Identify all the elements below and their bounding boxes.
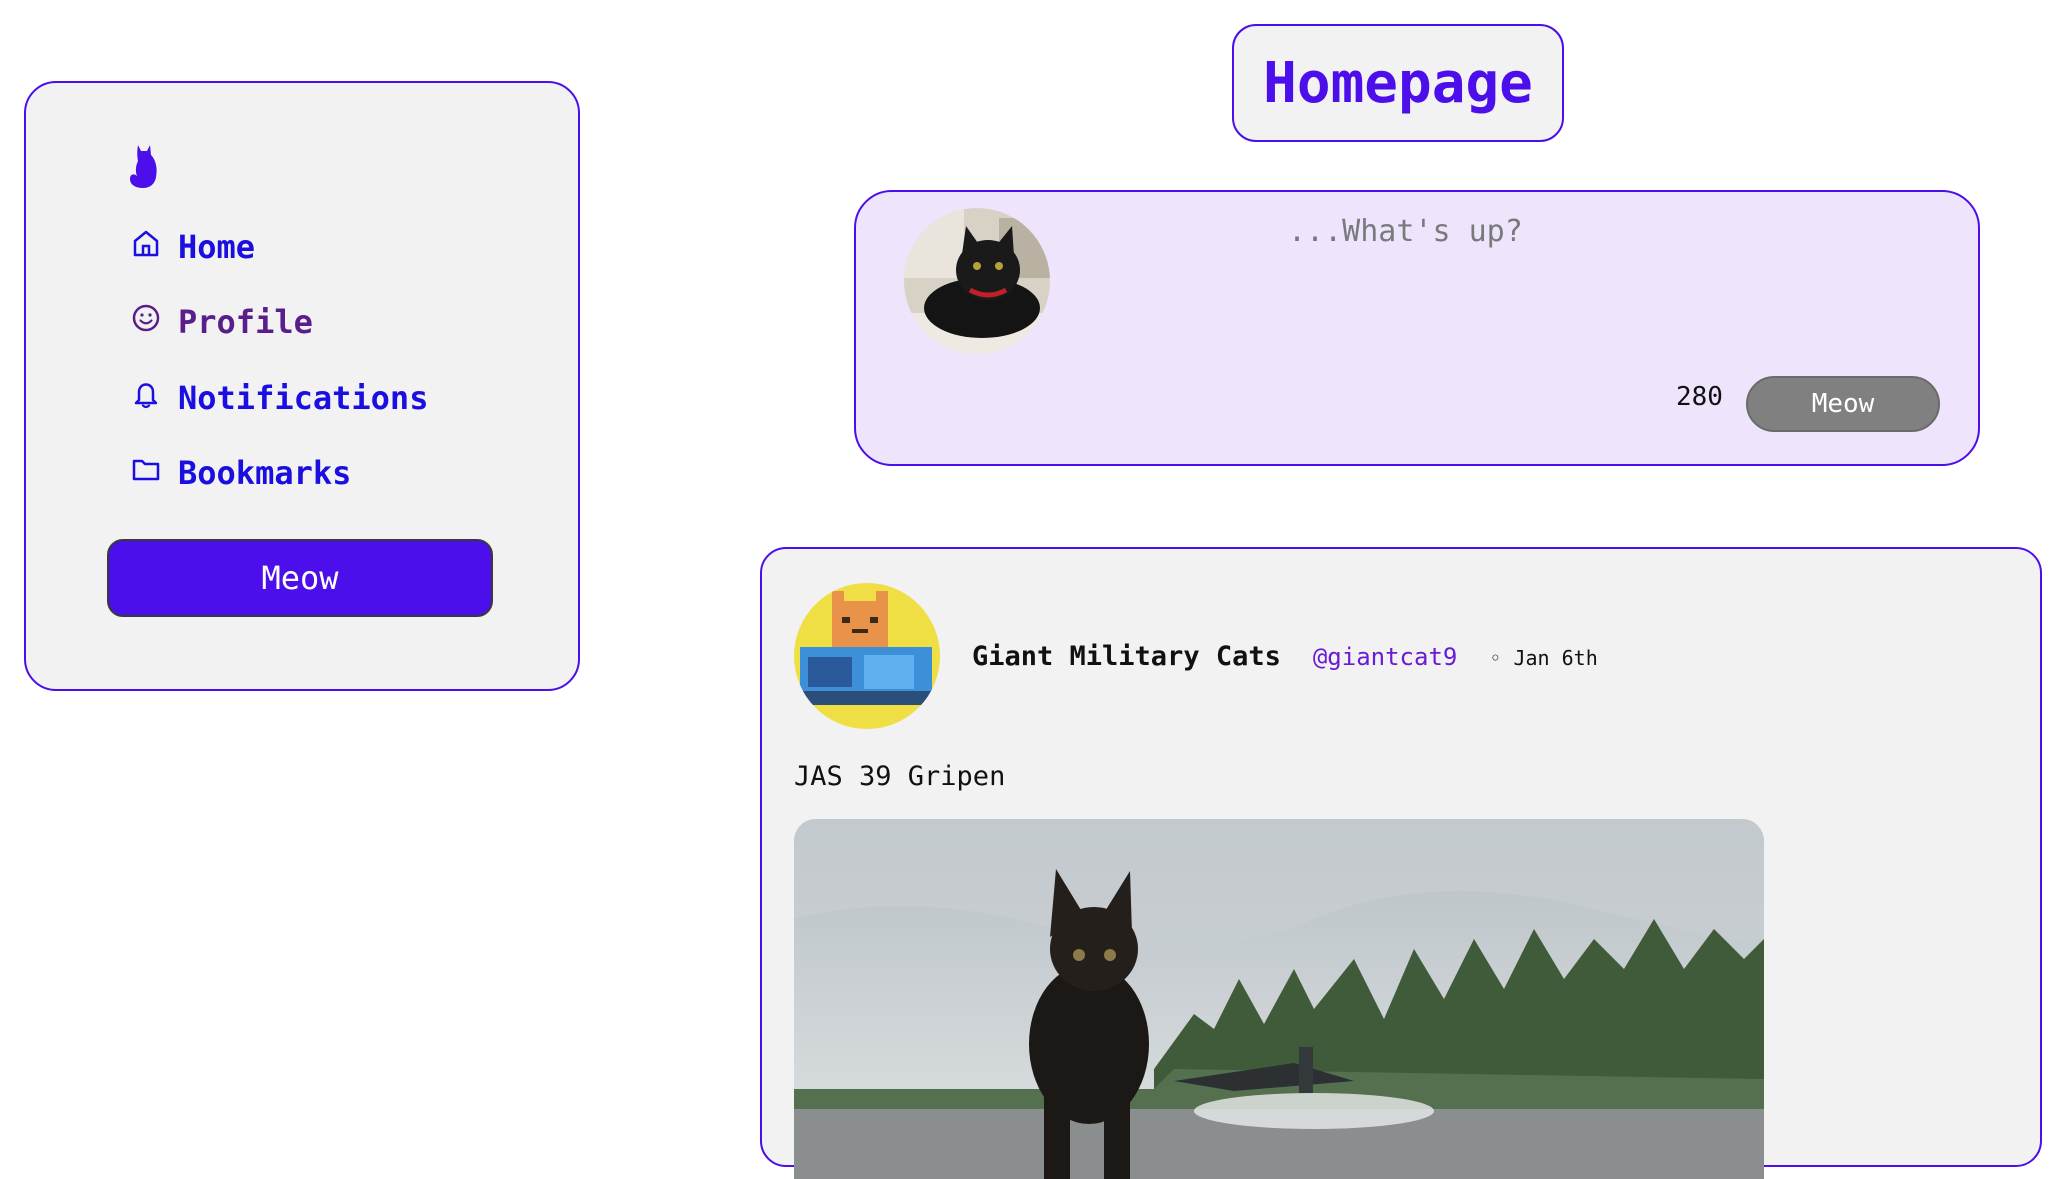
page-title-box: Homepage (1232, 24, 1564, 142)
cat-icon[interactable] (128, 143, 160, 189)
sidebar-item-home[interactable]: Home (130, 228, 255, 266)
sidebar-item-profile[interactable]: Profile (130, 303, 313, 341)
sidebar-item-label: Profile (178, 303, 313, 341)
sidebar-item-bookmarks[interactable]: Bookmarks (130, 454, 351, 492)
folder-icon (132, 459, 160, 481)
sidebar-item-label: Bookmarks (178, 454, 352, 492)
compose-meow-button[interactable]: Meow (1746, 376, 1940, 432)
post-header: Giant Military Cats @giantcat9 ◦ Jan 6th (972, 641, 1598, 672)
sidebar-item-notifications[interactable]: Notifications (130, 379, 428, 417)
author-name[interactable]: Giant Military Cats (972, 641, 1281, 672)
sidebar: Home Profile Notifications Bookmarks Meo… (24, 81, 580, 691)
composer: 280 Meow (854, 190, 1980, 466)
house-icon (133, 230, 159, 257)
avatar[interactable] (794, 583, 940, 729)
post-date: ◦ Jan 6th (1489, 646, 1598, 670)
meow-button[interactable]: Meow (107, 539, 493, 617)
sidebar-item-label: Notifications (178, 379, 429, 417)
sidebar-item-label: Home (178, 228, 256, 266)
post-text: JAS 39 Gripen (794, 761, 1006, 792)
author-handle[interactable]: @giantcat9 (1313, 643, 1458, 671)
char-count: 280 (1676, 382, 1723, 412)
bell-icon (134, 383, 158, 409)
page-title: Homepage (1263, 50, 1533, 116)
post-image[interactable] (794, 819, 1764, 1179)
avatar[interactable] (904, 208, 1050, 354)
post-card: Giant Military Cats @giantcat9 ◦ Jan 6th… (760, 547, 2042, 1179)
smiley-icon (132, 304, 160, 332)
compose-input[interactable] (1286, 210, 1890, 252)
